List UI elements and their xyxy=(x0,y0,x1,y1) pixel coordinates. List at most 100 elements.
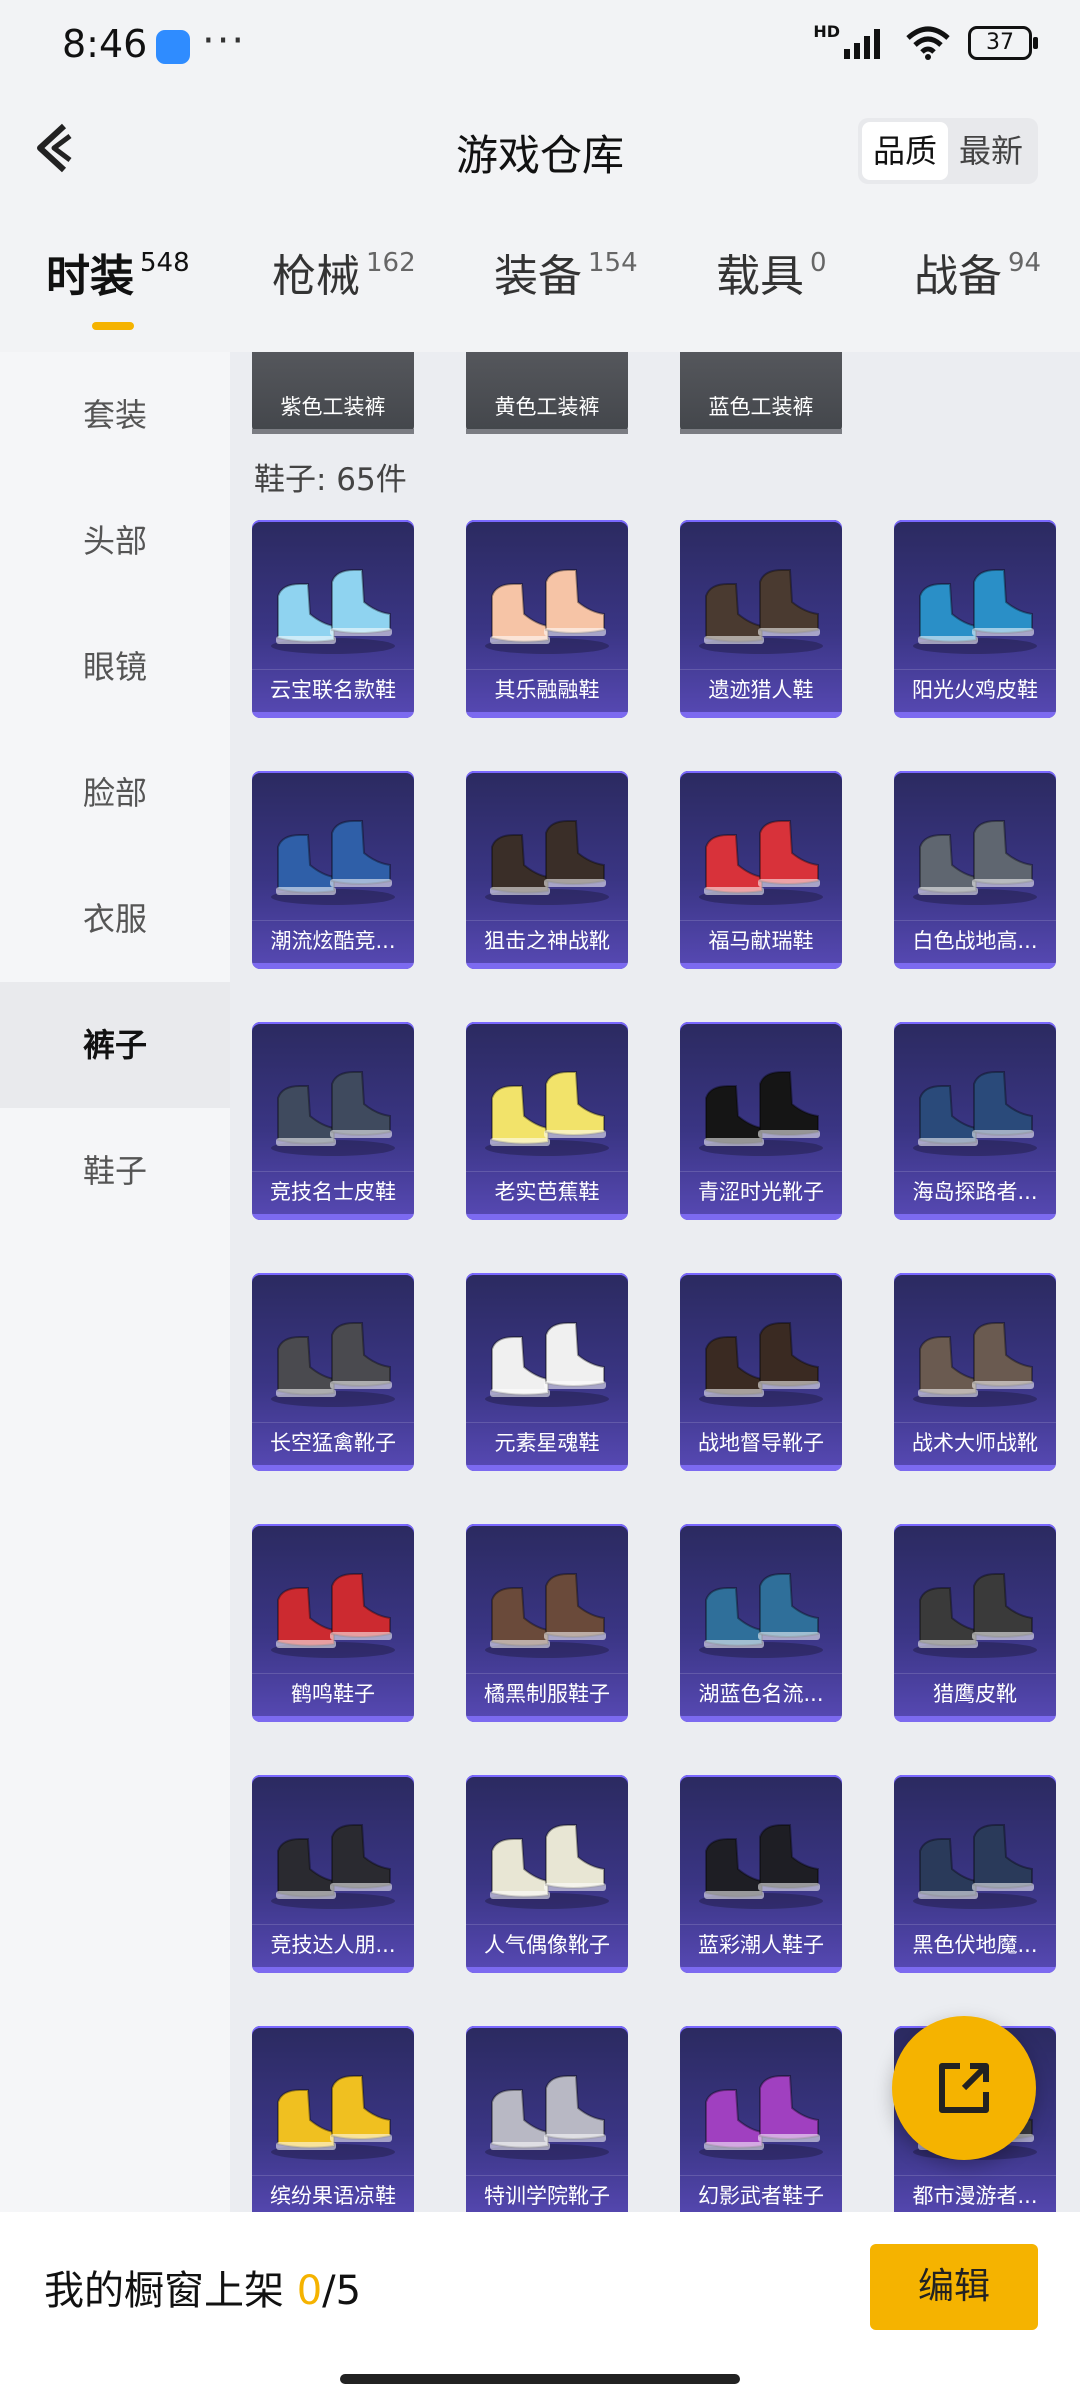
shoe-image xyxy=(913,1824,1037,1909)
sidebar-item-outfit[interactable]: 套装 xyxy=(0,352,230,478)
tab-label: 载具 xyxy=(716,251,804,302)
shoe-image xyxy=(913,1573,1037,1658)
sort-newest-button[interactable]: 最新 xyxy=(948,122,1034,180)
item-card[interactable]: 潮流炫酷竞... xyxy=(252,771,414,969)
shelf-used-count: 0 xyxy=(296,2268,323,2314)
item-card[interactable]: 鹤鸣鞋子 xyxy=(252,1524,414,1722)
item-card[interactable]: 猎鹰皮靴 xyxy=(894,1524,1056,1722)
item-card[interactable]: 其乐融融鞋 xyxy=(466,520,628,718)
sidebar-item-head[interactable]: 头部 xyxy=(0,478,230,604)
item-card[interactable]: 特训学院靴子 xyxy=(466,2026,628,2212)
item-name: 战术大师战靴 xyxy=(894,1422,1056,1463)
item-name: 特训学院靴子 xyxy=(466,2175,628,2212)
tab-label: 枪械 xyxy=(272,251,360,302)
bottom-bar: 我的橱窗上架 0/5 编辑 xyxy=(0,2212,1080,2400)
home-indicator[interactable] xyxy=(340,2374,740,2384)
shoe-image xyxy=(271,1322,395,1407)
sidebar-item-pants[interactable]: 裤子 xyxy=(0,982,230,1108)
network-badge: HD xyxy=(813,21,840,41)
shoe-image xyxy=(271,569,395,654)
item-name: 长空猛禽靴子 xyxy=(252,1422,414,1463)
item-name: 湖蓝色名流... xyxy=(680,1673,842,1714)
item-card[interactable]: 遗迹猎人鞋 xyxy=(680,520,842,718)
item-name: 鹤鸣鞋子 xyxy=(252,1673,414,1714)
item-card[interactable]: 战地督导靴子 xyxy=(680,1273,842,1471)
item-name: 竞技达人朋... xyxy=(252,1924,414,1965)
item-card[interactable]: 白色战地高... xyxy=(894,771,1056,969)
item-card[interactable]: 青涩时光靴子 xyxy=(680,1022,842,1220)
item-name: 青涩时光靴子 xyxy=(680,1171,842,1212)
tab-label: 时装 xyxy=(46,251,134,302)
tab-count: 154 xyxy=(588,248,638,278)
share-button[interactable] xyxy=(892,2016,1036,2160)
sidebar-item-glasses[interactable]: 眼镜 xyxy=(0,604,230,730)
item-name: 其乐融融鞋 xyxy=(466,669,628,710)
battery-icon: 37 xyxy=(968,26,1038,60)
section-label: 鞋子: 65件 xyxy=(254,462,407,498)
shoe-image xyxy=(485,1071,609,1156)
item-card[interactable]: 元素星魂鞋 xyxy=(466,1273,628,1471)
item-name: 黄色工装裤 xyxy=(494,395,600,419)
item-card[interactable]: 战术大师战靴 xyxy=(894,1273,1056,1471)
tab-equipment[interactable]: 装备 154 xyxy=(494,240,638,304)
item-card[interactable]: 福马献瑞鞋 xyxy=(680,771,842,969)
item-card[interactable]: 蓝色工装裤 xyxy=(680,352,842,434)
shelf-label: 我的橱窗上架 xyxy=(44,2268,284,2314)
shoe-image xyxy=(699,2075,823,2160)
tab-label: 战备 xyxy=(914,251,1002,302)
item-card[interactable]: 人气偶像靴子 xyxy=(466,1775,628,1973)
item-name: 元素星魂鞋 xyxy=(466,1422,628,1463)
item-name: 幻影武者鞋子 xyxy=(680,2175,842,2212)
item-card[interactable]: 黑色伏地魔... xyxy=(894,1775,1056,1973)
item-card[interactable]: 长空猛禽靴子 xyxy=(252,1273,414,1471)
app-icon xyxy=(156,30,190,64)
sidebar-item-face[interactable]: 脸部 xyxy=(0,730,230,856)
item-name: 竞技名士皮鞋 xyxy=(252,1171,414,1212)
tab-vehicles[interactable]: 载具 0 xyxy=(716,240,827,304)
item-grid-panel: 紫色工装裤 黄色工装裤 蓝色工装裤 鞋子: 65件 云宝联名款鞋 其乐融融鞋 遗迹猎… xyxy=(230,352,1080,2212)
item-card[interactable]: 狙击之神战靴 xyxy=(466,771,628,969)
item-name: 人气偶像靴子 xyxy=(466,1924,628,1965)
shoe-image xyxy=(485,1573,609,1658)
item-name: 潮流炫酷竞... xyxy=(252,920,414,961)
share-icon xyxy=(939,2063,989,2113)
item-name: 阳光火鸡皮鞋 xyxy=(894,669,1056,710)
sort-quality-button[interactable]: 品质 xyxy=(862,122,948,180)
tab-fashion[interactable]: 时装 548 xyxy=(46,240,190,304)
tab-count: 162 xyxy=(366,248,416,278)
item-name: 猎鹰皮靴 xyxy=(894,1673,1056,1714)
edit-button[interactable]: 编辑 xyxy=(870,2244,1038,2330)
item-name: 橘黑制服鞋子 xyxy=(466,1673,628,1714)
item-card[interactable]: 缤纷果语凉鞋 xyxy=(252,2026,414,2212)
more-icon: ··· xyxy=(202,18,247,64)
item-card[interactable]: 老实芭蕉鞋 xyxy=(466,1022,628,1220)
item-card[interactable]: 黄色工装裤 xyxy=(466,352,628,434)
item-card[interactable]: 竞技达人朋... xyxy=(252,1775,414,1973)
item-card[interactable]: 海岛探路者... xyxy=(894,1022,1056,1220)
shoe-image xyxy=(271,1824,395,1909)
item-card[interactable]: 阳光火鸡皮鞋 xyxy=(894,520,1056,718)
shoe-image xyxy=(913,569,1037,654)
sidebar-item-shoes[interactable]: 鞋子 xyxy=(0,1108,230,1234)
item-name: 云宝联名款鞋 xyxy=(252,669,414,710)
item-card[interactable]: 湖蓝色名流... xyxy=(680,1524,842,1722)
tab-count: 548 xyxy=(140,248,190,278)
tab-combat-gear[interactable]: 战备 94 xyxy=(914,240,1041,304)
item-card[interactable]: 竞技名士皮鞋 xyxy=(252,1022,414,1220)
item-name: 缤纷果语凉鞋 xyxy=(252,2175,414,2212)
shelf-status: 我的橱窗上架 0/5 xyxy=(44,2258,361,2316)
item-card[interactable]: 紫色工装裤 xyxy=(252,352,414,434)
item-name: 海岛探路者... xyxy=(894,1171,1056,1212)
sidebar-item-clothes[interactable]: 衣服 xyxy=(0,856,230,982)
signal-icon xyxy=(844,29,880,59)
shoe-image xyxy=(699,1573,823,1658)
item-card[interactable]: 云宝联名款鞋 xyxy=(252,520,414,718)
shoe-image xyxy=(271,820,395,905)
shoe-image xyxy=(485,1824,609,1909)
sort-toggle: 品质 最新 xyxy=(858,118,1038,184)
item-card[interactable]: 橘黑制服鞋子 xyxy=(466,1524,628,1722)
tab-guns[interactable]: 枪械 162 xyxy=(272,240,416,304)
shoe-image xyxy=(913,820,1037,905)
item-card[interactable]: 蓝彩潮人鞋子 xyxy=(680,1775,842,1973)
item-card[interactable]: 幻影武者鞋子 xyxy=(680,2026,842,2212)
